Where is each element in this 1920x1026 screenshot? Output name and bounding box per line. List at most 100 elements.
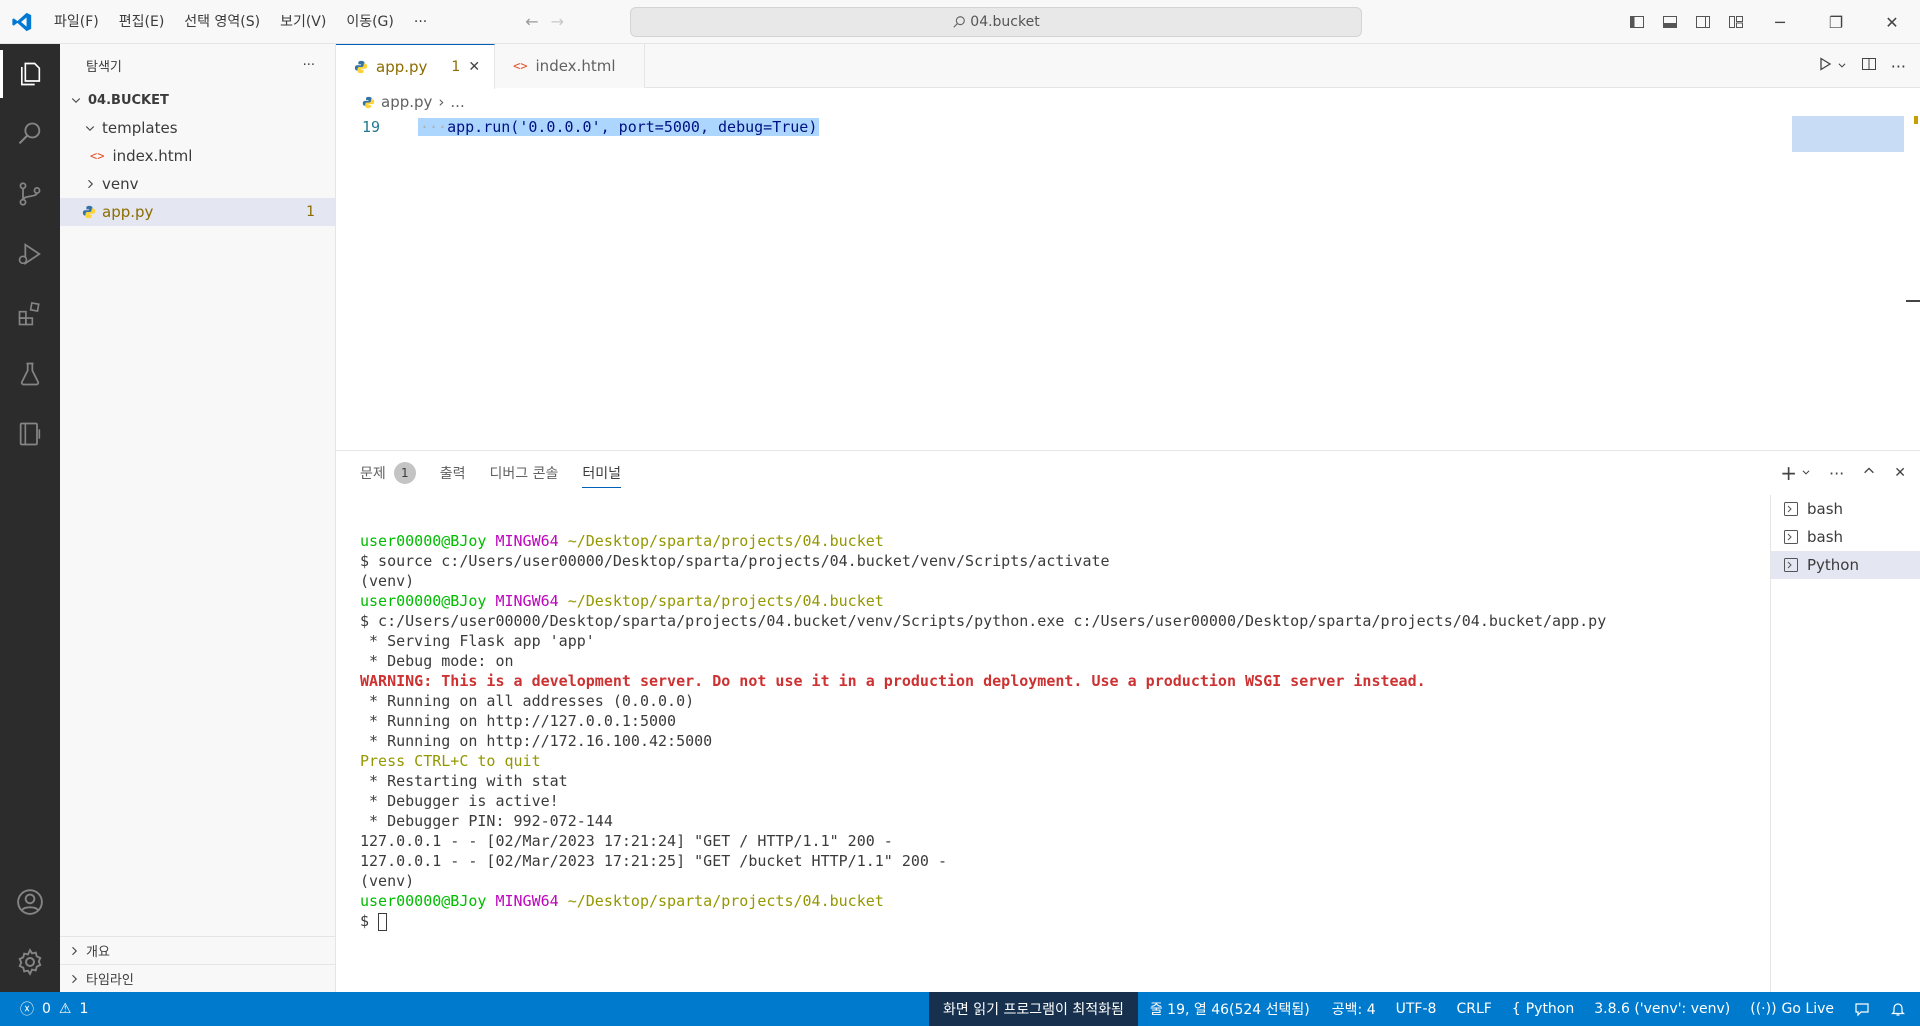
terminal-item-python[interactable]: Python xyxy=(1771,551,1920,579)
go-live-button[interactable]: ((·)) Go Live xyxy=(1740,992,1844,1026)
tab-index-html[interactable]: <> index.html xyxy=(495,44,646,88)
command-center-search[interactable]: 04.bucket xyxy=(630,7,1362,37)
terminal-icon xyxy=(1784,502,1798,516)
explorer-more-button[interactable]: ··· xyxy=(303,58,315,73)
braces-icon: { xyxy=(1511,1001,1521,1017)
chevron-right-icon xyxy=(82,178,98,190)
search-text: 04.bucket xyxy=(970,14,1040,30)
run-python-icon[interactable] xyxy=(1817,56,1833,76)
split-editor-icon[interactable] xyxy=(1861,56,1877,76)
language-mode[interactable]: { Python xyxy=(1502,992,1584,1026)
code-statement: app.run('0.0.0.0', port=5000, debug=True… xyxy=(447,118,818,136)
terminal-line: * Running on http://172.16.100.42:5000 xyxy=(360,732,713,750)
cursor-marker xyxy=(1906,300,1920,302)
activity-bottom xyxy=(0,872,60,992)
notifications-bell-icon[interactable] xyxy=(1880,992,1920,1026)
tab-app-py[interactable]: app.py 1 ✕ xyxy=(336,44,496,89)
chevron-down-icon[interactable] xyxy=(1801,466,1811,481)
breadcrumb-file[interactable]: app.py xyxy=(381,93,432,111)
tab-terminal[interactable]: 터미널 xyxy=(582,458,622,488)
tree-item-label: app.py xyxy=(102,203,154,221)
terminal-icon xyxy=(1784,530,1798,544)
tree-item-index-html[interactable]: <> index.html xyxy=(60,142,335,170)
menu-selection[interactable]: 선택 영역(S) xyxy=(174,0,270,44)
customize-layout-icon[interactable] xyxy=(1719,0,1752,44)
title-right-controls: ─ ❐ ✕ xyxy=(1620,0,1920,44)
accounts-icon[interactable] xyxy=(0,872,60,932)
terminal-cursor xyxy=(378,912,388,931)
toggle-primary-sidebar-icon[interactable] xyxy=(1620,0,1653,44)
close-panel-icon[interactable]: ✕ xyxy=(1894,465,1906,481)
cursor-position[interactable]: 줄 19, 열 46(524 선택됨) xyxy=(1138,992,1322,1026)
menu-go[interactable]: 이동(G) xyxy=(336,0,404,44)
explorer-sidebar: 탐색기 ··· 04.BUCKET templates <> index.htm… xyxy=(60,44,336,992)
problems-count-badge: 1 xyxy=(393,462,416,484)
explorer-icon[interactable] xyxy=(0,44,60,104)
chevron-down-icon[interactable] xyxy=(1837,59,1847,74)
toggle-secondary-sidebar-icon[interactable] xyxy=(1686,0,1719,44)
encoding[interactable]: UTF-8 xyxy=(1386,992,1447,1026)
menu-view[interactable]: 보기(V) xyxy=(270,0,336,44)
more-actions-icon[interactable]: ··· xyxy=(1891,57,1906,76)
terminal-icon xyxy=(1784,558,1798,572)
terminal-output[interactable]: user00000@BJoy MINGW64 ~/Desktop/sparta/… xyxy=(360,531,1760,931)
error-icon: ⓧ xyxy=(20,1002,34,1018)
maximize-panel-icon[interactable] xyxy=(1862,464,1876,482)
code-editor[interactable]: 19 ···app.run('0.0.0.0', port=5000, debu… xyxy=(336,116,1920,450)
panel-actions: + ··· ✕ xyxy=(1780,451,1906,495)
tab-output[interactable]: 출력 xyxy=(440,458,466,488)
tab-debug-console[interactable]: 디버그 콘솔 xyxy=(490,458,559,488)
outline-section[interactable]: 개요 xyxy=(60,936,336,964)
status-problems[interactable]: ⓧ 0 ⚠ 1 xyxy=(0,992,88,1026)
menu-file[interactable]: 파일(F) xyxy=(44,0,109,44)
tree-item-venv[interactable]: venv xyxy=(60,170,335,198)
minimize-icon[interactable]: ─ xyxy=(1752,0,1808,44)
source-control-icon[interactable] xyxy=(0,164,60,224)
terminal-item-bash-1[interactable]: bash xyxy=(1771,495,1920,523)
screen-reader-status[interactable]: 화면 읽기 프로그램이 최적화됨 xyxy=(929,992,1138,1026)
terminal-name: bash xyxy=(1807,528,1844,546)
testing-flask-icon[interactable] xyxy=(0,344,60,404)
feedback-icon[interactable] xyxy=(1844,992,1880,1026)
settings-gear-icon[interactable] xyxy=(0,932,60,992)
tab-problems[interactable]: 문제 1 xyxy=(360,458,416,488)
close-tab-icon[interactable]: ✕ xyxy=(468,59,480,75)
run-debug-icon[interactable] xyxy=(0,224,60,284)
menu-edit[interactable]: 편집(E) xyxy=(109,0,175,44)
toggle-panel-icon[interactable] xyxy=(1653,0,1686,44)
tab-label: 터미널 xyxy=(582,465,622,482)
menu-bar: 파일(F) 편집(E) 선택 영역(S) 보기(V) 이동(G) ··· xyxy=(44,0,437,44)
remote-explorer-icon[interactable] xyxy=(0,404,60,464)
activity-bar xyxy=(0,44,60,992)
minimap[interactable] xyxy=(1792,116,1904,152)
restore-icon[interactable]: ❐ xyxy=(1808,0,1864,44)
timeline-section[interactable]: 타임라인 xyxy=(60,964,336,992)
editor-scrollbar[interactable] xyxy=(1906,116,1920,450)
indentation[interactable]: 공백: 4 xyxy=(1322,992,1386,1026)
tab-label: 디버그 콘솔 xyxy=(489,466,559,482)
back-arrow-icon[interactable]: ← xyxy=(525,12,538,31)
menu-more[interactable]: ··· xyxy=(404,0,437,44)
workspace-root-label: 04.BUCKET xyxy=(88,92,169,108)
terminal-line: * Serving Flask app 'app' xyxy=(360,632,595,650)
search-activity-icon[interactable] xyxy=(0,104,60,164)
forward-arrow-icon[interactable]: → xyxy=(551,12,564,31)
workspace-root[interactable]: 04.BUCKET xyxy=(60,86,335,114)
tree-item-templates[interactable]: templates xyxy=(60,114,335,142)
terminal-input-line[interactable]: $ xyxy=(360,911,1760,931)
terminal-warning-line: WARNING: This is a development server. D… xyxy=(360,672,1426,690)
new-terminal-icon[interactable]: + xyxy=(1780,461,1797,485)
panel-tabs: 문제 1 출력 디버그 콘솔 터미널 xyxy=(336,451,1920,495)
extensions-icon[interactable] xyxy=(0,284,60,344)
tree-item-app-py[interactable]: app.py 1 xyxy=(60,198,335,226)
chevron-right-icon xyxy=(72,946,78,955)
close-window-icon[interactable]: ✕ xyxy=(1864,0,1920,44)
end-of-line[interactable]: CRLF xyxy=(1446,992,1501,1026)
line-number: 19 xyxy=(361,118,380,136)
python-interpreter[interactable]: 3.8.6 ('venv': venv) xyxy=(1584,992,1740,1026)
breadcrumb-symbol[interactable]: ... xyxy=(450,93,464,111)
tab-label: app.py xyxy=(376,58,428,76)
python-file-icon xyxy=(354,60,368,74)
terminal-item-bash-2[interactable]: bash xyxy=(1771,523,1920,551)
more-actions-icon[interactable]: ··· xyxy=(1829,464,1844,483)
